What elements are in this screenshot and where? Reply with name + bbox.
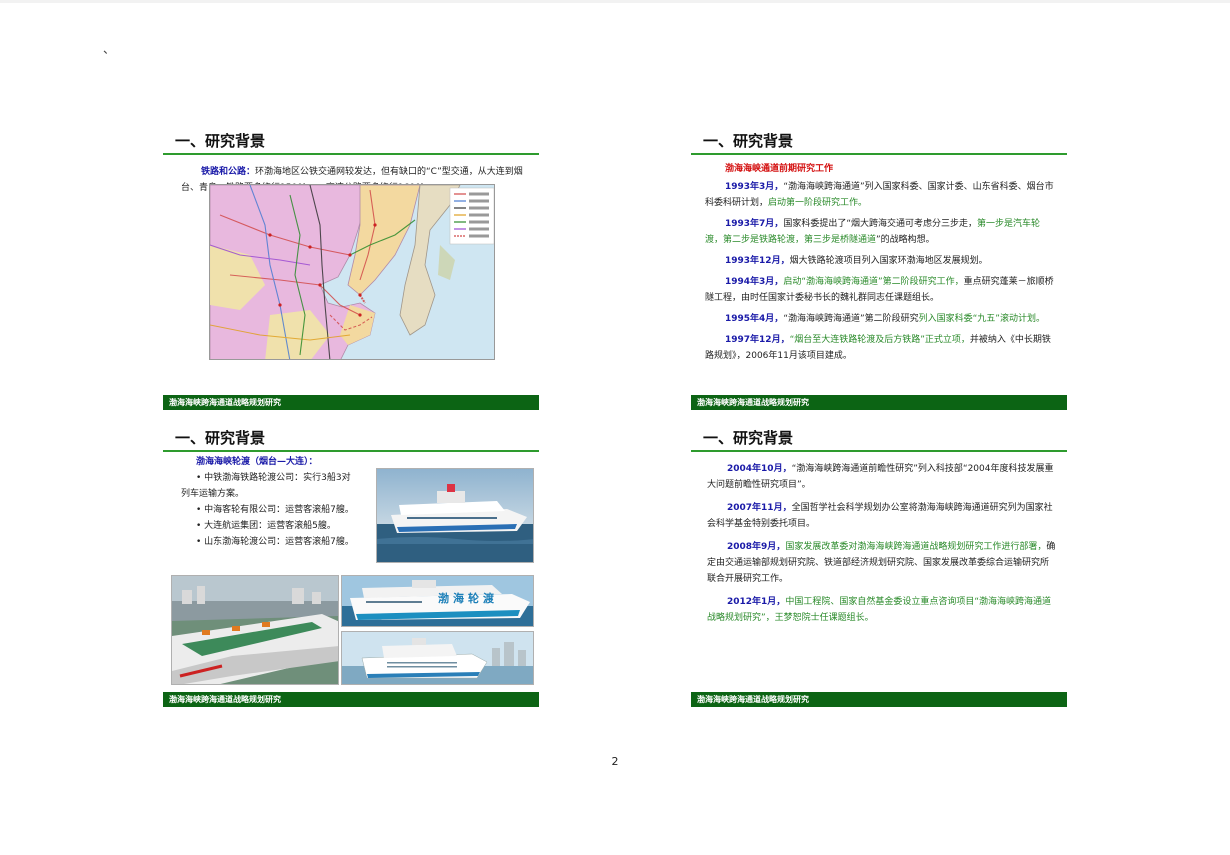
slide-title: 一、研究背景 [175,132,266,150]
timeline-entry: 1994年3月，启动“渤海海峡跨海通道”第二阶段研究工作，重点研究蓬莱－旅顺桥隧… [705,277,1054,303]
timeline-entry: 1997年12月，“烟台至大连铁路轮渡及后方铁路”正式立项，并被纳入《中长期铁路… [705,335,1051,361]
ferry-photo-bohai: 渤海轮渡 [341,575,534,627]
slide-early-research: 一、研究背景 渤海海峡通道前期研究工作 1993年3月，“渤海海峡跨海通道”列入… [691,130,1067,410]
timeline-entry: 2012年1月，中国工程院、国家自然基金委设立重点咨询项目“渤海海峡跨海通道战略… [707,597,1051,623]
slide-footer: 渤海海峡跨海通道战略规划研究 [163,692,539,707]
top-divider [0,0,1230,3]
corner-mark: 、 [103,42,116,56]
slide-footer: 渤海海峡跨海通道战略规划研究 [163,395,539,410]
title-divider [691,450,1067,452]
list-item: • 大连航运集团：运营客滚船5艘。 [196,521,336,531]
ferry-photo-port [341,631,534,685]
list-item: • 中海客轮有限公司：运营客滚船7艘。 [196,505,354,515]
slide-body: 渤海海峡通道前期研究工作 1993年3月，“渤海海峡跨海通道”列入国家科委、国家… [705,161,1057,369]
ferry-photo-dock [171,575,339,685]
timeline-entry: 2008年9月，国家发展改革委对渤海海峡跨海通道战略规划研究工作进行部署，确定由… [707,542,1056,584]
slide-footer: 渤海海峡跨海通道战略规划研究 [691,692,1067,707]
timeline-entry: 2007年11月，全国哲学社会科学规划办公室将渤海海峡跨海通道研究列为国家社会科… [707,503,1053,529]
ship-logo-text: 渤海轮渡 [438,592,498,605]
timeline-entry: 1993年7月，国家科委提出了“烟大跨海交通可考虑分三步走，第一步是汽车轮渡，第… [705,219,1040,245]
section-heading: 渤海海峡通道前期研究工作 [725,164,834,174]
slide-recent-research: 一、研究背景 2004年10月，“渤海海峡跨海通道前瞻性研究”列入科技部“200… [691,427,1067,707]
timeline-entry: 1995年4月，“渤海海峡跨海通道”第二阶段研究列入国家科委“九五”滚动计划。 [725,314,1045,324]
page-number: 2 [611,755,619,768]
title-divider [163,153,539,155]
lead-label: 铁路和公路： [201,167,256,177]
list-heading: 渤海海峡轮渡（烟台—大连）： [196,457,318,467]
slide-body: 2004年10月，“渤海海峡跨海通道前瞻性研究”列入科技部“2004年度科技发展… [707,461,1057,633]
list-item: • 山东渤海轮渡公司：运营客滚船7艘。 [196,537,354,547]
slide-railway-highway: 一、研究背景 铁路和公路：环渤海地区公铁交通网较发达，但有缺口的“C”型交通，从… [163,130,539,410]
bohai-region-map [209,184,495,360]
ferry-photo-sea [376,468,534,563]
slide-ferry: 一、研究背景 渤海海峡轮渡（烟台—大连）： • 中铁渤海铁路轮渡公司：实行3船3… [163,427,539,707]
map-graphic [210,185,494,359]
timeline-entry: 2004年10月，“渤海海峡跨海通道前瞻性研究”列入科技部“2004年度科技发展… [707,464,1054,490]
slide-title: 一、研究背景 [703,429,794,447]
slide-title: 一、研究背景 [175,429,266,447]
slide-footer: 渤海海峡跨海通道战略规划研究 [691,395,1067,410]
ferry-operator-list: 渤海海峡轮渡（烟台—大连）： • 中铁渤海铁路轮渡公司：实行3船3对 列车运输方… [181,454,381,550]
timeline-entry: 1993年12月，烟大铁路轮渡项目列入国家环渤海地区发展规划。 [725,256,988,266]
title-divider [163,450,539,452]
list-item: • 中铁渤海铁路轮渡公司：实行3船3对 [196,473,351,483]
title-divider [691,153,1067,155]
list-item: 列车运输方案。 [181,489,245,499]
timeline-entry: 1993年3月，“渤海海峡跨海通道”列入国家科委、国家计委、山东省科委、烟台市科… [705,182,1054,208]
slide-title: 一、研究背景 [703,132,794,150]
